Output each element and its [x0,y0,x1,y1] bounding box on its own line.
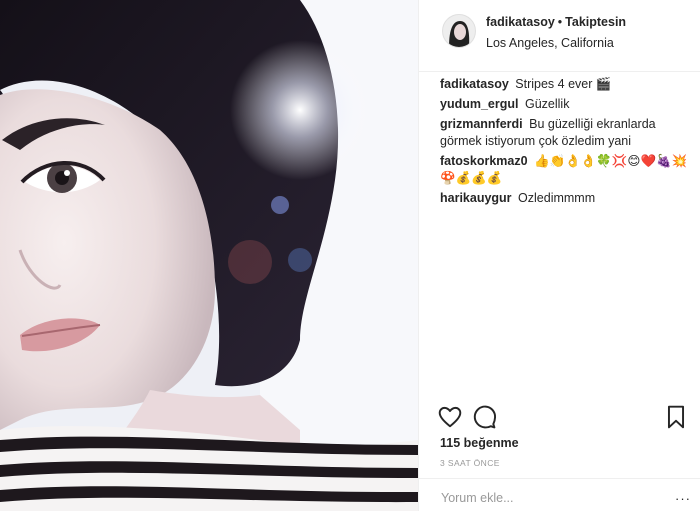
comment-username[interactable]: harikauygur [440,191,512,205]
instagram-post: fadikatasoy • Takiptesin Los Angeles, Cali… [0,0,700,511]
comments-list: fadikatasoy Stripes 4 ever 🎬 yudum_ergul… [440,76,690,210]
comment-bubble-icon[interactable] [471,404,497,430]
action-bar [419,400,700,434]
bookmark-icon[interactable] [663,404,689,430]
ellipsis-icon[interactable]: ··· [675,491,691,506]
post-timestamp: 3 SAAT ÖNCE [440,458,500,468]
comment-username[interactable]: yudum_ergul [440,97,519,111]
avatar[interactable] [442,14,476,48]
heart-icon-svg [438,406,462,428]
comment-text: Ozledimmmm [518,191,596,205]
comment-username[interactable]: fadikatasoy [440,77,509,91]
bookmark-icon-svg [667,405,685,429]
header-user-line: fadikatasoy • Takiptesin [486,15,626,29]
comment-item: yudum_ergul Güzellik [440,96,690,113]
add-comment-input[interactable] [439,487,683,509]
location-link[interactable]: Los Angeles, California [486,36,614,50]
portrait-image [0,0,418,511]
comment-username[interactable]: fatoskorkmaz0 [440,154,528,168]
post-details-panel: fadikatasoy • Takiptesin Los Angeles, Cali… [418,0,700,511]
avatar-image [443,15,475,47]
comment-item: harikauygur Ozledimmmm [440,190,690,207]
comment-text: Güzellik [524,97,570,111]
comment-item: fadikatasoy Stripes 4 ever 🎬 [440,76,690,93]
separator-dot: • [557,15,563,29]
header-username[interactable]: fadikatasoy [486,15,555,29]
comment-item: grizmannferdi Bu güzelliği ekranlarda gö… [440,116,690,150]
post-header: fadikatasoy • Takiptesin Los Angeles, Cali… [419,0,700,72]
comment-bubble-icon-svg [473,405,497,429]
add-comment-bar: ··· [419,478,700,511]
likes-count[interactable]: 115 beğenme [440,436,519,450]
heart-icon[interactable] [437,404,463,430]
comment-username[interactable]: grizmannferdi [440,117,523,131]
comment-item: fatoskorkmaz0 👍👏👌👌🍀💢😊❤️🍇💥 🍄💰💰💰 [440,153,690,187]
comment-text: Stripes 4 ever 🎬 [515,77,612,91]
post-photo[interactable] [0,0,418,511]
follow-status-button[interactable]: Takiptesin [565,15,626,29]
